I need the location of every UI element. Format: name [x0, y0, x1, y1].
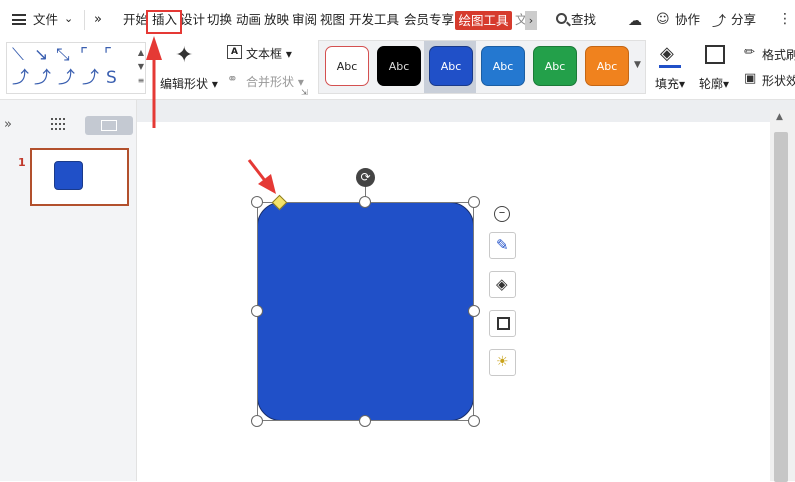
annotation-arrow-up [146, 36, 162, 128]
annotation-arrow-diagonal [247, 159, 276, 194]
annotation-arrows [146, 36, 276, 194]
